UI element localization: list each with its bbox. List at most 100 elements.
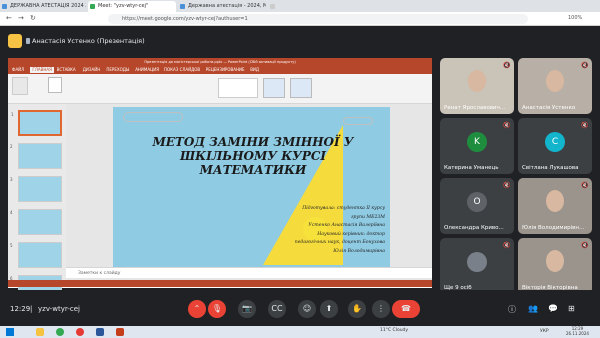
slide-detail-line: Підготувала: студентка II курсу	[302, 206, 385, 211]
browser-tab[interactable]: Meet: "yzv-wtyr-cej"	[88, 1, 176, 12]
mic-off-icon: 🔇	[503, 242, 511, 249]
pp-tab[interactable]: ГЛАВНАЯ	[30, 67, 54, 73]
word-icon[interactable]	[96, 328, 104, 336]
participant-video	[546, 70, 564, 92]
participant-video	[546, 190, 564, 212]
participant-name: Ренат Ярославович...	[444, 105, 506, 111]
info-icon[interactable]: ⓘ	[508, 304, 516, 315]
pp-tab[interactable]: РЕЦЕНЗИРОВАНИЕ	[206, 67, 245, 73]
pp-tab[interactable]: АНИМАЦИЯ	[135, 67, 159, 73]
pp-tab[interactable]: ДИЗАЙН	[83, 67, 100, 73]
pp-tab[interactable]: ПЕРЕХОДЫ	[106, 67, 129, 73]
pp-tab[interactable]: ВСТАВКА	[57, 67, 76, 73]
tab-favicon-icon	[180, 4, 185, 9]
slide-number: 3	[10, 177, 13, 182]
present-button[interactable]: ⬆	[320, 300, 338, 318]
leave-button[interactable]: ☎	[392, 300, 420, 318]
camera-off-button[interactable]: 📷	[238, 300, 256, 318]
avatar: K	[467, 132, 487, 152]
slide-number: 1	[11, 112, 14, 117]
emoji-button[interactable]: ☺	[298, 300, 316, 318]
slide-detail-line: педагогічних наук, доцент Бонухова	[294, 240, 385, 245]
slide-thumbnail[interactable]: 4	[10, 209, 62, 235]
mic-off-icon: 🔇	[503, 62, 511, 69]
participant-video	[546, 250, 564, 272]
hand-button[interactable]: ✋	[348, 300, 366, 318]
participant-tile[interactable]: 🔇 Ренат Ярославович...	[440, 58, 514, 114]
participant-name: Катерина Уманець	[444, 165, 499, 171]
powerpoint-icon[interactable]	[116, 328, 124, 336]
arrange-icon[interactable]	[263, 78, 285, 98]
participant-tile[interactable]: 🔇 Анастасія Устенко	[518, 58, 592, 114]
forward-icon[interactable]: →	[18, 14, 24, 22]
clock: 12:29 26.11.2024	[566, 326, 589, 336]
mic-off-icon: 🔇	[503, 182, 511, 189]
clock-date: 26.11.2024	[566, 331, 589, 336]
slide-number: 5	[10, 243, 13, 248]
slide-thumbnail[interactable]: 1	[11, 110, 62, 136]
tab-favicon-icon	[90, 4, 95, 9]
slide-thumbnail[interactable]: 3	[10, 176, 62, 202]
presentation-icon	[26, 38, 30, 44]
mic-off-icon: 🔇	[581, 122, 589, 129]
mic-off-icon: 🔇	[503, 122, 511, 129]
url-field[interactable]: https://meet.google.com/yzv-wtyr-cej?aut…	[108, 14, 528, 24]
slide-detail-line: Науковий керівник: доктор	[317, 231, 385, 237]
more-button[interactable]: ⋮	[372, 300, 390, 318]
paste-icon[interactable]	[12, 77, 28, 95]
meet-logo-icon	[8, 34, 22, 48]
yandex-icon[interactable]	[76, 328, 84, 336]
notes-pane[interactable]: Заметки к слайду	[66, 267, 432, 278]
quick-styles-icon[interactable]	[290, 78, 312, 98]
tab-label: ДЕРЖАВНА АТЕСТАЦІЯ 2024 ЖУ	[10, 3, 86, 9]
pp-ribbon	[8, 74, 432, 104]
participant-tile[interactable]: 🔇 Ще 9 осіб	[440, 238, 514, 294]
chrome-icon[interactable]	[56, 328, 64, 336]
tab-label: Meet: "yzv-wtyr-cej"	[98, 3, 149, 9]
browser-tab[interactable]	[268, 1, 298, 12]
slide-number: 2	[10, 144, 13, 149]
participant-tile[interactable]: 🔇 Вікторія Вікторівна	[518, 238, 592, 294]
back-icon[interactable]: ←	[6, 14, 12, 22]
slide-thumbnail[interactable]: 2	[10, 143, 62, 169]
mic-off-button[interactable]: 🎙	[208, 300, 226, 318]
pp-tab[interactable]: ПОКАЗ СЛАЙДОВ	[164, 67, 200, 73]
captions-button[interactable]: CC	[268, 300, 286, 318]
participant-tile[interactable]: 🔇 Юлія Володимирівн...	[518, 178, 592, 234]
zoom-level: 100%	[568, 15, 583, 21]
pp-title-bar: Презентація до магістерської роботи.pptx…	[8, 58, 432, 66]
meeting-time: 12:29	[10, 305, 31, 313]
pp-tab[interactable]: ФАЙЛ	[12, 67, 24, 73]
shapes-gallery[interactable]	[218, 78, 258, 98]
windows-taskbar	[0, 326, 600, 338]
participant-tile[interactable]: С 🔇 Світлана Лукашова	[518, 118, 592, 174]
avatar: С	[545, 132, 565, 152]
meeting-code: yzv-wtyr-cej	[38, 305, 80, 313]
avatar: О	[467, 192, 487, 212]
tab-label: Державна атестація - 2024, МЕ	[188, 3, 266, 9]
browser-tab[interactable]: Державна атестація - 2024, МЕ	[178, 1, 266, 12]
paperclip	[123, 112, 183, 122]
mic-off-icon: 🔇	[581, 242, 589, 249]
pp-tab[interactable]: ВИД	[250, 67, 259, 73]
new-slide-icon[interactable]	[48, 77, 62, 93]
explorer-icon[interactable]	[36, 328, 44, 336]
participant-name: Світлана Лукашова	[522, 165, 579, 171]
participant-tile[interactable]: K 🔇 Катерина Уманець	[440, 118, 514, 174]
tab-favicon-icon	[2, 4, 7, 9]
participant-name: Анастасія Устенко	[522, 105, 576, 111]
chat-icon[interactable]: 💬	[548, 304, 558, 313]
slide-detail-line: групи МЕ23М	[351, 214, 385, 220]
activities-icon[interactable]: ⊞	[568, 304, 575, 313]
start-icon[interactable]	[6, 328, 14, 336]
participant-tile[interactable]: О 🔇 Олександра Криво...	[440, 178, 514, 234]
slide-thumbnail[interactable]: 5	[10, 242, 62, 268]
browser-tab[interactable]: ДЕРЖАВНА АТЕСТАЦІЯ 2024 ЖУ	[0, 1, 86, 12]
others-avatar-icon	[467, 252, 487, 272]
slide-detail-line: Юлія Володимирівна	[333, 248, 385, 254]
people-icon[interactable]: 👥	[528, 304, 538, 313]
slide-number: 4	[10, 210, 13, 215]
chevron-up-button[interactable]: ⌃	[188, 300, 206, 318]
reload-icon[interactable]: ↻	[30, 14, 36, 22]
tab-favicon-icon	[270, 4, 275, 9]
